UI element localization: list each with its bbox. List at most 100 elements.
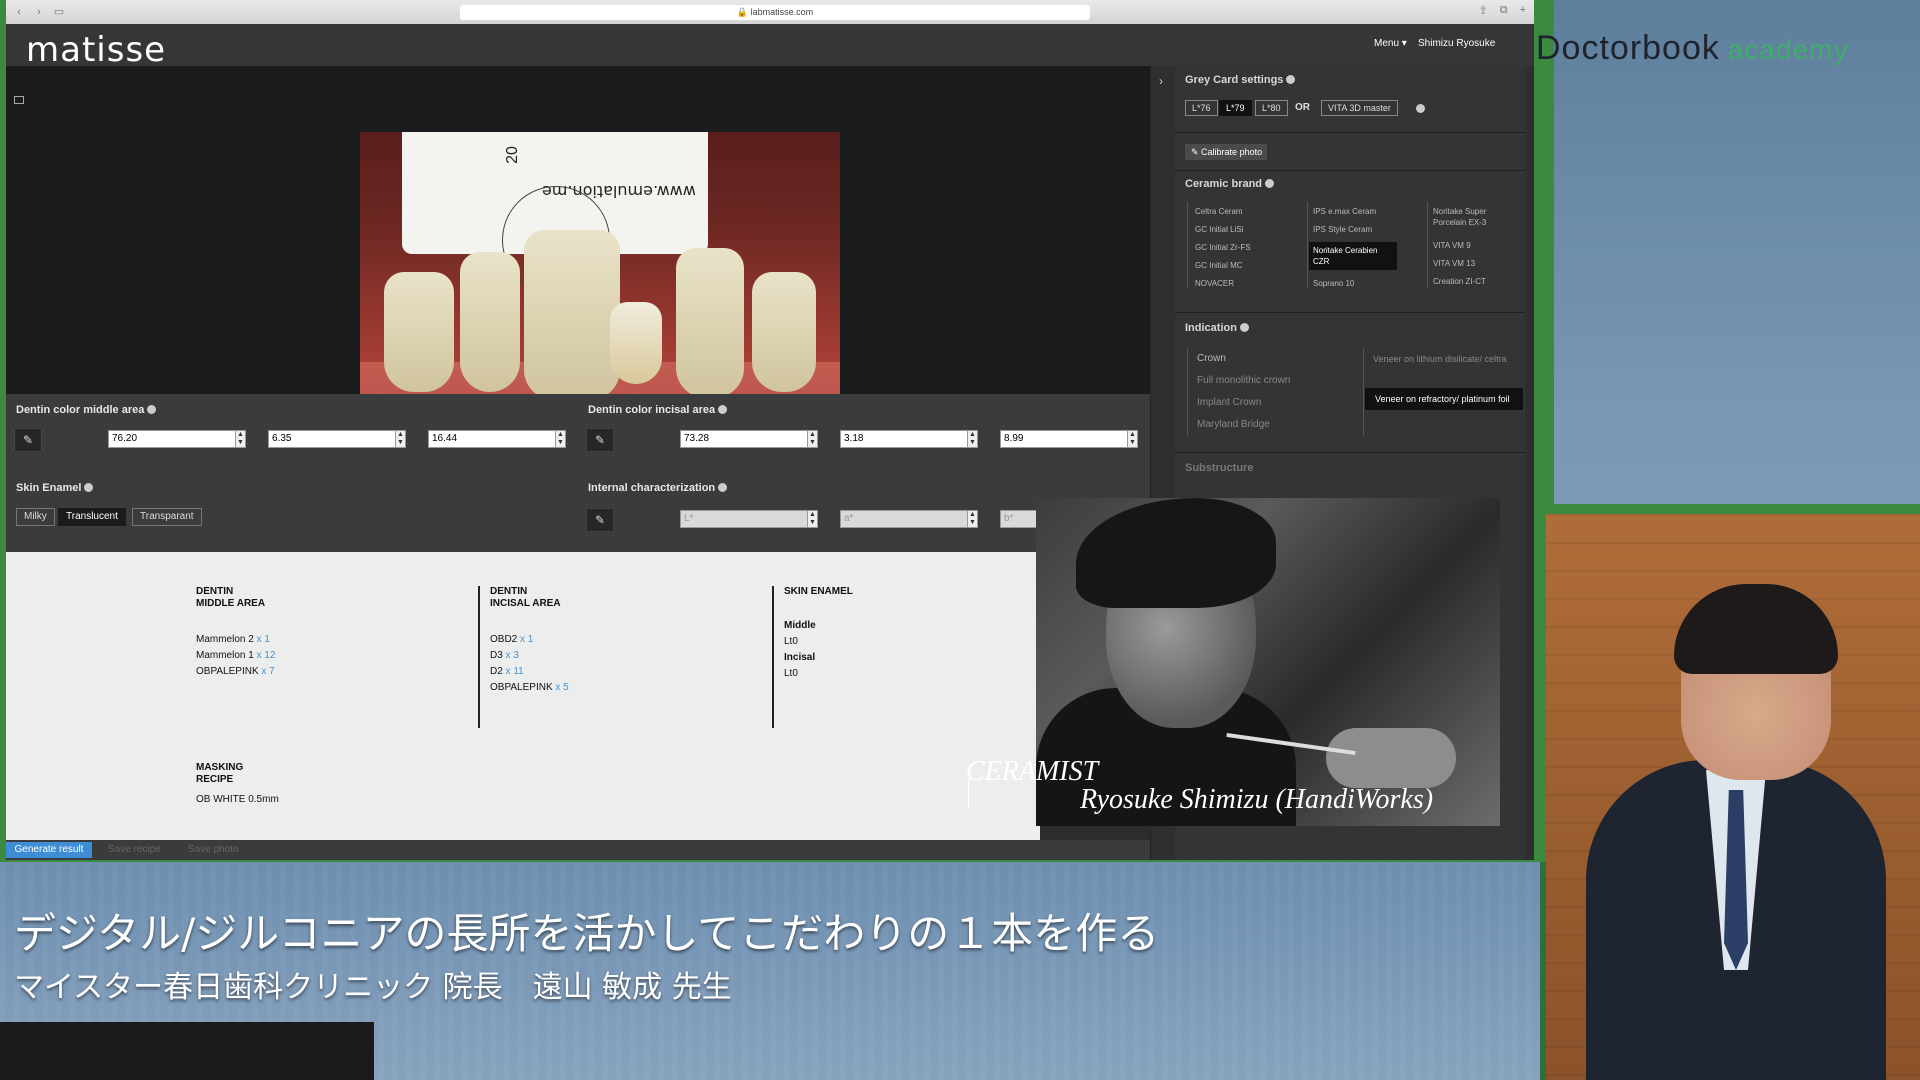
internal-l[interactable]: L* ▲ ▼ <box>680 510 818 528</box>
list-item: OBD2 x 1 <box>490 634 534 645</box>
grey-card-title: Grey Card settings <box>1185 74 1296 86</box>
brand-item[interactable]: GC Initial MC <box>1195 260 1283 271</box>
info-icon[interactable] <box>1416 104 1425 113</box>
brand-name: Doctorbook <box>1536 28 1720 67</box>
info-icon[interactable] <box>84 483 94 492</box>
brand-item[interactable]: GC Initial Zr-FS <box>1195 242 1283 253</box>
action-bar: Generate result Save recipe Save photo <box>6 840 1150 860</box>
or-label: OR <box>1295 102 1310 113</box>
ceramist-name: Ryosuke Shimizu (HandiWorks) <box>1080 784 1434 815</box>
list-item: OBPALEPINK x 7 <box>196 666 275 677</box>
list-item: Mammelon 2 x 1 <box>196 634 270 645</box>
enamel-milky-button[interactable]: Milky <box>16 508 55 526</box>
recipe-col2-title: DENTIN INCISAL AREA <box>490 586 561 609</box>
image-icon[interactable] <box>14 96 24 104</box>
brand-item[interactable]: Celtra Ceram <box>1195 206 1283 217</box>
dentin-middle-b[interactable]: 16.44 ▲ ▼ <box>428 430 566 448</box>
doctorbook-logo: Doctorbook academy <box>1492 26 1849 70</box>
indication-item[interactable]: Full monolithic crown <box>1197 374 1290 388</box>
ceramic-brand-title: Ceramic brand <box>1185 178 1275 190</box>
dentin-middle-a[interactable]: 6.35 ▲ ▼ <box>268 430 406 448</box>
indication-item[interactable]: Veneer on lithium disilicate/ celtra <box>1373 352 1523 366</box>
info-icon[interactable] <box>718 483 728 492</box>
brand-sub: academy <box>1727 33 1849 65</box>
calibrate-photo-button[interactable]: ✎ Calibrate photo <box>1185 144 1267 160</box>
brand-item[interactable]: IPS e.max Ceram <box>1313 206 1401 217</box>
chevron-right-icon[interactable]: › <box>1159 74 1163 88</box>
brand-item[interactable]: GC Initial LiSi <box>1195 224 1283 235</box>
l76-button[interactable]: L*76 <box>1185 100 1218 116</box>
matisse-logo[interactable]: matisse <box>26 30 166 70</box>
speaker-video <box>1546 514 1920 1080</box>
dentin-middle-label: Dentin color middle area <box>16 404 157 416</box>
forward-icon[interactable]: › <box>32 5 46 19</box>
photo-viewer: www.emulation.me 20 <box>6 66 1150 444</box>
brand-item[interactable]: VITA VM 13 <box>1433 258 1521 269</box>
l79-button[interactable]: L*79 <box>1219 100 1252 116</box>
list-item: D2 x 11 <box>490 666 524 677</box>
brand-item-selected[interactable]: Noritake Cerabien CZR <box>1309 242 1397 270</box>
list-item: Lt0 <box>784 668 798 679</box>
enamel-translucent-button[interactable]: Translucent <box>58 508 126 526</box>
list-item: D3 x 3 <box>490 650 519 661</box>
info-icon[interactable] <box>1265 179 1275 188</box>
enamel-transparant-button[interactable]: Transparant <box>132 508 202 526</box>
color-panel: Dentin color middle area ✎ 76.20 ▲ ▼ 6.35 ▲… <box>6 394 1150 552</box>
indication-item[interactable]: Implant Crown <box>1197 396 1261 410</box>
recipe-col3-title: SKIN ENAMEL <box>784 586 853 597</box>
list-item: Mammelon 1 x 12 <box>196 650 276 661</box>
masking-title: MASKING RECIPE <box>196 762 244 785</box>
ceramist-video <box>1036 498 1500 826</box>
vita-3d-master-button[interactable]: VITA 3D master <box>1321 100 1398 116</box>
frame-divider <box>1546 0 1554 508</box>
l80-button[interactable]: L*80 <box>1255 100 1288 116</box>
internal-characterization-label: Internal characterization <box>588 482 728 494</box>
dentin-incisal-label: Dentin color incisal area <box>588 404 728 416</box>
internal-b[interactable]: b* <box>1000 510 1040 528</box>
brand-item[interactable]: Soprano 10 <box>1313 278 1401 289</box>
frame-divider-horizontal <box>1546 504 1920 514</box>
indication-item-selected[interactable]: Veneer on refractory/ platinum foil <box>1365 388 1523 410</box>
divider <box>478 586 480 728</box>
info-icon[interactable] <box>147 405 157 414</box>
generate-result-button[interactable]: Generate result <box>6 842 92 858</box>
save-recipe-button[interactable]: Save recipe <box>108 842 161 858</box>
address-bar[interactable]: 🔒 labmatisse.com <box>460 5 1090 20</box>
app-header: matisse Menu ▾ Shimizu Ryosuke <box>6 24 1534 70</box>
brand-item[interactable]: NOVACER <box>1195 278 1283 289</box>
dentin-incisal-l[interactable]: 73.28 ▲ ▼ <box>680 430 818 448</box>
internal-a[interactable]: a* ▲ ▼ <box>840 510 978 528</box>
brand-item[interactable]: Creation ZI-CT <box>1433 276 1521 287</box>
indication-item[interactable]: Maryland Bridge <box>1197 418 1270 432</box>
info-icon[interactable] <box>1239 323 1249 332</box>
back-icon[interactable]: ‹ <box>12 5 26 19</box>
dentin-middle-l[interactable]: 76.20 ▲ ▼ <box>108 430 246 448</box>
sidebar-icon[interactable]: ▭ <box>52 5 66 19</box>
recipe-panel: DENTIN MIDDLE AREA Mammelon 2 x 1 Mammelo… <box>6 552 1040 840</box>
divider <box>772 586 774 728</box>
new-tab-icon[interactable]: + <box>1520 4 1526 17</box>
tabs-icon[interactable]: ⧉ <box>1500 4 1508 17</box>
eyedropper-icon[interactable]: ✎ <box>14 428 42 452</box>
save-photo-button[interactable]: Save photo <box>188 842 239 858</box>
brand-item[interactable]: IPS Style Ceram <box>1313 224 1401 235</box>
list-item: OBPALEPINK x 5 <box>490 682 569 693</box>
brand-item[interactable]: VITA VM 9 <box>1433 240 1521 251</box>
menu-dropdown[interactable]: Menu ▾ <box>1374 38 1407 49</box>
info-icon[interactable] <box>1286 75 1296 84</box>
lecture-subtitle: マイスター春日歯科クリニック 院長 遠山 敏成 先生 <box>14 970 732 1005</box>
eyedropper-icon[interactable]: ✎ <box>586 508 614 532</box>
recipe-col1-title: DENTIN MIDDLE AREA <box>196 586 266 609</box>
dentin-incisal-a[interactable]: 3.18 ▲ ▼ <box>840 430 978 448</box>
substructure-title: Substructure <box>1185 462 1254 474</box>
user-name[interactable]: Shimizu Ryosuke <box>1418 38 1495 49</box>
masking-value: OB WHITE 0.5mm <box>196 794 279 805</box>
indication-item[interactable]: Crown <box>1197 352 1226 366</box>
dentin-incisal-b[interactable]: 8.99 ▲ ▼ <box>1000 430 1138 448</box>
share-icon[interactable]: ⇪ <box>1478 4 1487 17</box>
brand-item[interactable]: Noritake Super Porcelain EX-3 <box>1433 206 1521 228</box>
info-icon[interactable] <box>718 405 728 414</box>
ceramist-label: CERAMIST <box>966 756 1099 787</box>
eyedropper-icon[interactable]: ✎ <box>586 428 614 452</box>
list-item: Incisal <box>784 652 816 663</box>
